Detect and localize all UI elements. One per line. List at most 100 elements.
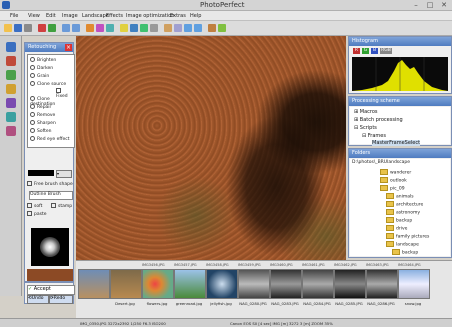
tool-option-sharpen[interactable]: Sharpen — [30, 120, 56, 126]
adjust-icon[interactable] — [106, 24, 114, 32]
folder-item[interactable]: wanderer — [380, 169, 411, 176]
thumbnail[interactable] — [110, 269, 142, 299]
brightness-icon[interactable] — [120, 24, 128, 32]
tool-option-grain[interactable]: Grain — [30, 73, 49, 79]
thumbnail[interactable] — [78, 269, 110, 299]
undo-button[interactable]: ⟲Undo — [27, 295, 49, 304]
effects-icon[interactable] — [96, 24, 104, 32]
thumbnail-tag: IMG3463.JPG — [366, 263, 389, 267]
export-icon[interactable] — [218, 24, 226, 32]
redo-button[interactable]: ⟳Redo — [49, 295, 73, 304]
crop-icon[interactable] — [86, 24, 94, 32]
menu-file[interactable]: File — [10, 13, 18, 19]
redo-icon[interactable] — [48, 24, 56, 32]
folder-item[interactable]: pic_09 — [380, 185, 405, 192]
rotate-right-icon[interactable] — [72, 24, 80, 32]
menu-edit[interactable]: Edit — [46, 13, 56, 19]
option-paste[interactable]: paste — [27, 211, 47, 217]
thumbnail-label: NAG_0285.JPG — [335, 301, 363, 306]
brush-type-select[interactable]: Outline Brush — [29, 191, 73, 200]
channel-r-button[interactable]: R — [353, 48, 360, 54]
thumbnail[interactable] — [334, 269, 366, 299]
print-icon[interactable] — [24, 24, 32, 32]
menu-image-optimization[interactable]: Image optimization — [126, 13, 174, 19]
tool-option-brighten[interactable]: Brighten — [30, 57, 56, 63]
brush-color-swatch[interactable] — [28, 170, 54, 176]
brush-size-dropdown[interactable]: ▾ — [56, 170, 72, 178]
maximize-icon[interactable]: □ — [424, 1, 436, 9]
text-icon[interactable] — [174, 24, 182, 32]
tree-item-scripts[interactable]: ⊟ Scripts — [354, 125, 377, 131]
tree-item-macros[interactable]: ⊞ Macros — [354, 109, 378, 115]
folder-item[interactable]: landscape — [386, 241, 419, 248]
image-canvas[interactable] — [76, 36, 346, 260]
retouch-tool-icon[interactable] — [6, 98, 16, 108]
histogram-panel: Histogram R G B RGB — [348, 36, 452, 94]
crop-tool-icon[interactable] — [6, 56, 16, 66]
thumbnail-tag: IMG3458.JPG — [206, 263, 229, 267]
thumbnail[interactable] — [174, 269, 206, 299]
tool-option-soften[interactable]: Soften — [30, 128, 52, 134]
thumbnail-label: flowers.jpg — [146, 301, 168, 306]
thumbnail[interactable] — [366, 269, 398, 299]
tree-item-frames[interactable]: ⊟ Frames — [362, 133, 386, 139]
save-icon[interactable] — [14, 24, 22, 32]
open-folder-icon[interactable] — [4, 24, 12, 32]
minimize-icon[interactable]: – — [410, 1, 422, 9]
folder-item[interactable]: animals — [386, 193, 414, 200]
menu-help[interactable]: Help — [190, 13, 201, 19]
frame-icon[interactable] — [164, 24, 172, 32]
menu-effects[interactable]: Effects — [106, 13, 123, 19]
menu-extras[interactable]: Extras — [170, 13, 186, 19]
retouching-panel: Retouching × Brighten Darken Grain Clone… — [24, 42, 75, 282]
image-preview-thumb — [27, 269, 73, 281]
tool-option-red-eye[interactable]: Red eye effect — [30, 136, 70, 142]
channel-rgb-button[interactable]: RGB — [380, 48, 392, 54]
folder-item[interactable]: architecture — [386, 201, 423, 208]
redeye-tool-icon[interactable] — [6, 126, 16, 136]
accept-button[interactable]: ✓ Accept — [27, 285, 75, 295]
menu-landscape[interactable]: Landscape — [82, 13, 109, 19]
folder-item[interactable]: backup — [392, 249, 418, 256]
status-image-info: IMG_0350.JPG 3272x2392 1/250 F6.3 ISO200 — [80, 321, 166, 326]
folder-item[interactable]: outlook — [380, 177, 407, 184]
text-tool-icon[interactable] — [6, 112, 16, 122]
rotate-left-icon[interactable] — [62, 24, 70, 32]
contrast-icon[interactable] — [130, 24, 138, 32]
free-brush-shape-checkbox[interactable]: Free brush shape — [27, 181, 73, 187]
close-panel-icon[interactable]: × — [65, 44, 72, 51]
channel-g-button[interactable]: G — [362, 48, 369, 54]
tool-option-repair[interactable]: Repair — [30, 104, 51, 110]
select-tool-icon[interactable] — [6, 42, 16, 52]
slideshow-icon[interactable] — [208, 24, 216, 32]
menu-view[interactable]: View — [28, 13, 40, 19]
zoom-out-icon[interactable] — [194, 24, 202, 32]
undo-icon[interactable] — [38, 24, 46, 32]
thumbnail[interactable] — [302, 269, 334, 299]
thumbnail[interactable] — [238, 269, 270, 299]
channel-b-button[interactable]: B — [371, 48, 378, 54]
folder-item[interactable]: astronomy — [386, 209, 420, 216]
option-soft[interactable]: soft — [27, 203, 42, 209]
clone-tool-icon[interactable] — [6, 84, 16, 94]
tool-option-darken[interactable]: Darken — [30, 65, 53, 71]
sharpen-icon[interactable] — [150, 24, 158, 32]
folder-item[interactable]: drive — [386, 225, 407, 232]
color-icon[interactable] — [140, 24, 148, 32]
thumbnail[interactable] — [398, 269, 430, 299]
close-window-icon[interactable]: ✕ — [438, 1, 450, 9]
tool-option-remove[interactable]: Remove — [30, 112, 55, 118]
zoom-in-icon[interactable] — [184, 24, 192, 32]
folder-item[interactable]: family pictures — [386, 233, 429, 240]
menu-bar: File View Edit Image Landscape Effects I… — [0, 11, 452, 21]
thumbnail[interactable] — [142, 269, 174, 299]
tool-option-clone-source[interactable]: Clone source — [30, 81, 66, 87]
option-stamp[interactable]: stamp — [51, 203, 72, 209]
menu-image[interactable]: Image — [62, 13, 78, 19]
folder-item[interactable]: backup — [386, 217, 412, 224]
thumbnail[interactable] — [206, 269, 238, 299]
brush-tool-icon[interactable] — [6, 70, 16, 80]
tree-item-masterframe[interactable]: MasterFrameSelect — [372, 140, 421, 146]
tree-item-batch[interactable]: ⊞ Batch processing — [354, 117, 403, 123]
thumbnail[interactable] — [270, 269, 302, 299]
